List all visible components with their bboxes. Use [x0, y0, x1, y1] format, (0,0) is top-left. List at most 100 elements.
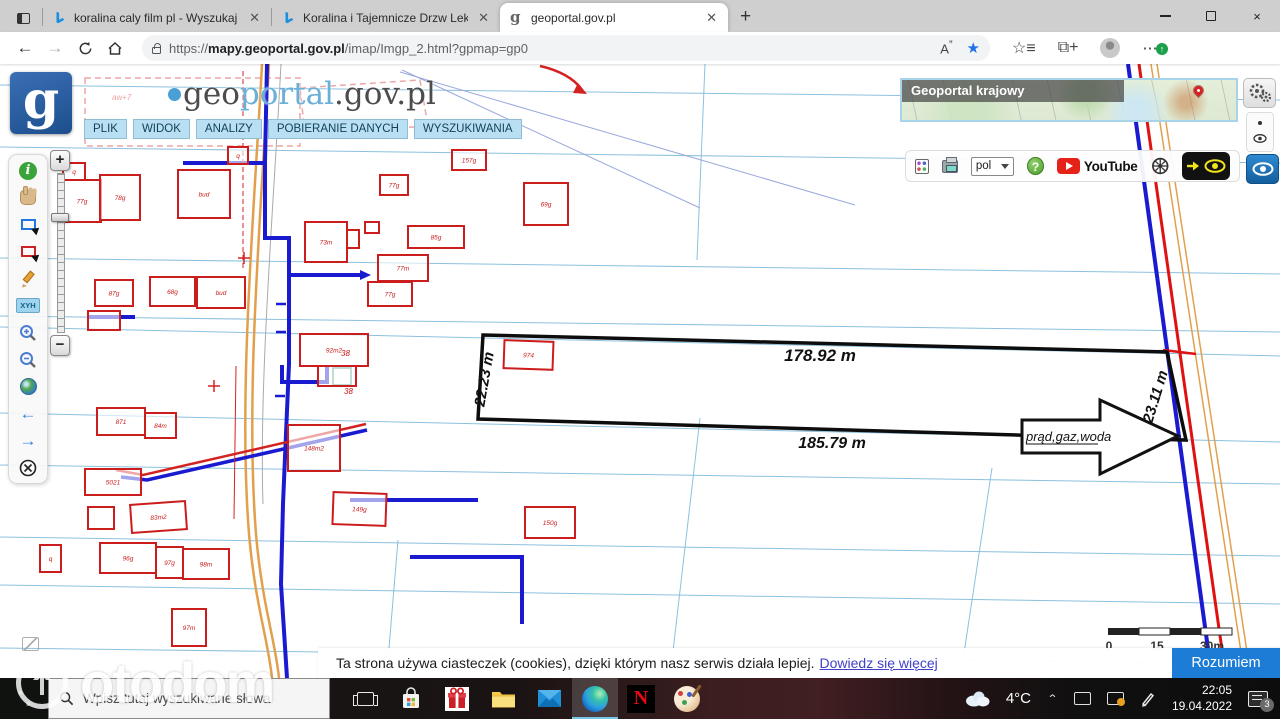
next-view-tool[interactable]: →: [17, 430, 39, 451]
zoom-track-wrap: [50, 173, 72, 333]
print-button[interactable]: [942, 156, 958, 173]
store-button[interactable]: [388, 678, 434, 719]
full-extent-tool[interactable]: [17, 376, 39, 397]
wheel-button[interactable]: [1151, 156, 1169, 176]
mail-icon: [537, 690, 561, 707]
zoom-in-tool[interactable]: [17, 322, 39, 343]
geoportal-logo[interactable]: g: [10, 72, 72, 134]
map-settings-button[interactable]: [1243, 78, 1276, 108]
tab-close-icon[interactable]: ✕: [475, 10, 492, 26]
url-text[interactable]: https://mapy.geoportal.gov.pl/imap/Imgp_…: [169, 41, 932, 56]
overview-title: Geoportal krajowy: [902, 80, 1124, 102]
file-explorer-button[interactable]: [480, 678, 526, 719]
tray-expand-chevron[interactable]: ⌃: [1047, 692, 1058, 705]
menu-wyszukiwania[interactable]: WYSZUKIWANIA: [413, 119, 522, 139]
info-tool[interactable]: i: [17, 160, 39, 181]
geoportal-page: 77g 78g q bud q 73m 85g 69g 157g 77g 77m 77g 87g 68g b…: [0, 64, 1280, 678]
contrast-toggle[interactable]: [1181, 152, 1230, 180]
svg-text:84m: 84m: [154, 423, 167, 430]
edge-icon: [582, 685, 608, 712]
mail-button[interactable]: [526, 678, 572, 719]
paint3d-button[interactable]: [664, 678, 710, 719]
cast-icon[interactable]: [1073, 692, 1091, 705]
tab-close-icon[interactable]: ✕: [703, 10, 720, 26]
address-bar[interactable]: https://mapy.geoportal.gov.pl/imap/Imgp_…: [142, 35, 990, 61]
pen-icon[interactable]: [1140, 691, 1156, 707]
accessibility-eye-button[interactable]: [1246, 154, 1279, 184]
building: [317, 365, 357, 387]
zoom-in-icon: [20, 324, 36, 341]
clock-time: 22:05: [1201, 682, 1232, 697]
start-button[interactable]: [0, 678, 48, 719]
select-rect-tool[interactable]: [17, 214, 39, 235]
small-eye-icon[interactable]: [1253, 133, 1267, 143]
favorite-star-icon[interactable]: ★: [967, 39, 980, 57]
menu-widok[interactable]: WIDOK: [132, 119, 190, 139]
zoom-plus-button[interactable]: +: [50, 150, 70, 171]
gift-app-button[interactable]: [434, 678, 480, 719]
weather-temp[interactable]: 4°C: [1006, 690, 1031, 707]
pan-tool[interactable]: [17, 186, 39, 208]
tab-koralina-search[interactable]: koralina caly film pl - Wyszukaj ✕: [43, 4, 271, 32]
dot-icon[interactable]: [1258, 121, 1262, 126]
building: bud: [177, 169, 231, 219]
draw-tool[interactable]: [17, 268, 39, 289]
gift-icon: [445, 686, 469, 711]
clear-tool[interactable]: [17, 457, 39, 478]
hand-icon: [20, 186, 36, 205]
language-select[interactable]: pol: [970, 156, 1015, 176]
measurement-top: 178.92 m: [784, 346, 856, 365]
read-aloud-button[interactable]: A”: [940, 39, 952, 56]
zoom-out-tool[interactable]: [17, 349, 39, 370]
help-button[interactable]: ?: [1027, 157, 1044, 175]
tab-actions-button[interactable]: [8, 5, 38, 31]
maximize-button[interactable]: [1188, 0, 1234, 32]
netflix-button[interactable]: N: [618, 678, 664, 719]
svg-text:97g: 97g: [164, 560, 175, 567]
menu-analizy[interactable]: ANALIZY: [195, 119, 262, 139]
refresh-button[interactable]: [70, 35, 100, 61]
xyh-tool[interactable]: XYH: [16, 295, 40, 316]
menu-pobieranie-danych[interactable]: POBIERANIE DANYCH: [267, 119, 408, 139]
taskbar-search[interactable]: Wpisz tutaj wyszukiwane słowa: [48, 678, 330, 719]
tab-geoportal[interactable]: g geoportal.gov.pl ✕: [500, 3, 728, 32]
overview-map[interactable]: Geoportal krajowy: [900, 78, 1238, 122]
taskbar-clock[interactable]: 22:05 19.04.2022: [1172, 683, 1232, 714]
zoom-minus-button[interactable]: −: [50, 335, 70, 356]
svg-text:68g: 68g: [167, 289, 178, 296]
url-host: mapy.geoportal.gov.pl: [208, 40, 345, 56]
svg-text:150g: 150g: [543, 520, 558, 527]
back-button[interactable]: ←: [10, 35, 40, 61]
tab-koralina-film[interactable]: Koralina i Tajemnicze Drzw Lekto ✕: [272, 4, 500, 32]
favorites-hub-button[interactable]: ☆≡: [1012, 38, 1036, 58]
zoom-track[interactable]: [57, 173, 65, 333]
home-button[interactable]: [100, 35, 130, 61]
edge-button[interactable]: [572, 678, 618, 719]
forward-button[interactable]: →: [40, 35, 70, 61]
previous-view-tool[interactable]: ←: [17, 403, 39, 424]
cookie-more-link[interactable]: Dowiedz się więcej: [820, 655, 938, 671]
cookie-accept-button[interactable]: Rozumiem: [1172, 648, 1280, 678]
road-lines: [244, 64, 282, 678]
close-button[interactable]: ×: [1234, 0, 1280, 32]
collections-button[interactable]: ⧉+: [1058, 39, 1079, 57]
youtube-button[interactable]: YouTube: [1056, 158, 1138, 174]
settings-menu-button[interactable]: ⋯ ↑: [1142, 39, 1169, 57]
select-rect-red-tool[interactable]: [17, 241, 39, 262]
building: 5021: [84, 468, 142, 496]
building: 149g: [331, 491, 388, 527]
map-label: 38: [341, 349, 350, 358]
zoom-handle[interactable]: [51, 213, 69, 222]
new-tab-button[interactable]: +: [728, 6, 763, 32]
legend-button[interactable]: [915, 158, 929, 174]
profile-avatar[interactable]: [1100, 38, 1121, 58]
building: [346, 229, 360, 249]
minimize-button[interactable]: [1142, 0, 1188, 32]
menu-plik[interactable]: PLIK: [84, 119, 127, 139]
tab-close-icon[interactable]: ✕: [246, 10, 263, 26]
screen-notification-icon[interactable]: [1106, 692, 1125, 706]
building: 84m: [144, 412, 177, 439]
task-view-button[interactable]: [342, 678, 388, 719]
notification-center-button[interactable]: 3: [1248, 690, 1274, 712]
map-corner-handle[interactable]: [22, 637, 39, 651]
